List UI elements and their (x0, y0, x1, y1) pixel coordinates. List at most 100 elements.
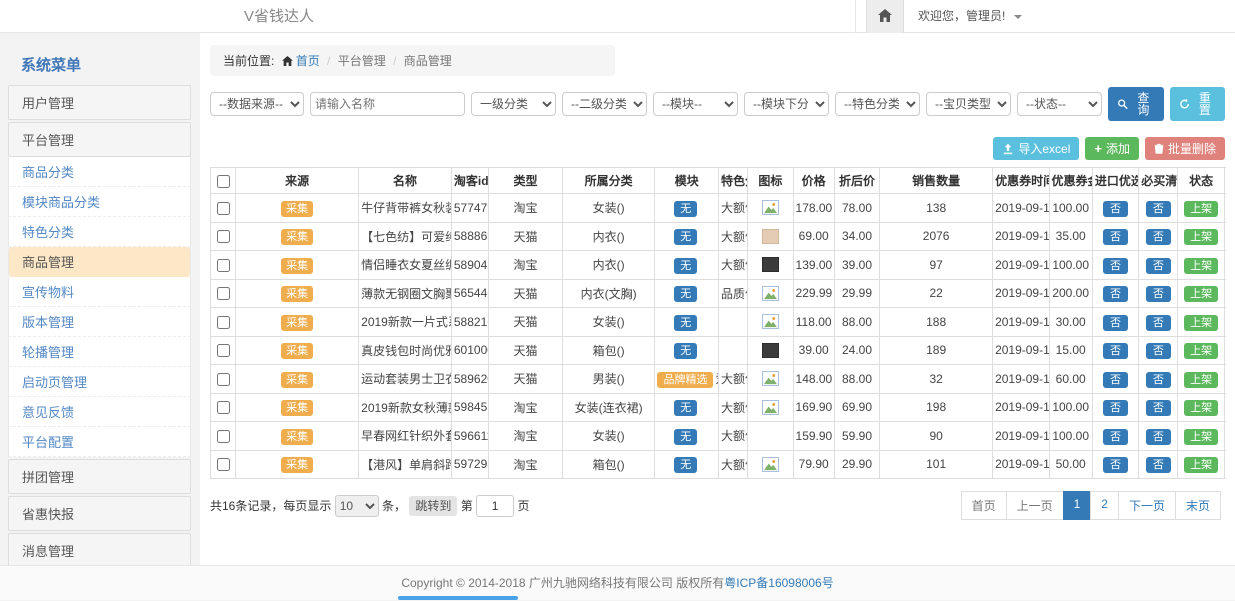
import-choice-toggle[interactable]: 否 (1103, 286, 1128, 302)
sidebar-item[interactable]: 宣传物料 (8, 277, 191, 307)
sidebar-item[interactable]: 拼团管理 (8, 459, 191, 494)
page-button[interactable]: 2 (1090, 491, 1119, 520)
module-badge: 无 (674, 457, 697, 473)
taoke-id: 601000601341 (451, 336, 488, 365)
batch-delete-button[interactable]: 批量删除 (1145, 137, 1225, 160)
row-checkbox[interactable] (217, 259, 230, 272)
breadcrumb-separator: / (327, 54, 330, 68)
sidebar-item[interactable]: 意见反馈 (8, 397, 191, 427)
filter-select[interactable]: 一级分类 (471, 92, 556, 116)
status-badge[interactable]: 上架 (1184, 258, 1218, 274)
breadcrumb-home-link[interactable]: 首页 (296, 54, 320, 68)
sidebar-item[interactable]: 启动页管理 (8, 367, 191, 397)
import-choice-toggle[interactable]: 否 (1103, 400, 1128, 416)
sidebar-item[interactable]: 平台配置 (8, 427, 191, 457)
price: 118.00 (793, 308, 834, 337)
status-badge[interactable]: 上架 (1184, 372, 1218, 388)
sidebar-item[interactable]: 版本管理 (8, 307, 191, 337)
page-button[interactable]: 首页 (961, 491, 1007, 520)
user-menu[interactable]: 欢迎您，管理员! (918, 0, 1022, 33)
status-badge[interactable]: 上架 (1184, 229, 1218, 245)
select-all-checkbox[interactable] (217, 175, 230, 188)
row-checkbox[interactable] (217, 430, 230, 443)
import-choice-toggle[interactable]: 否 (1103, 372, 1128, 388)
status-badge[interactable]: 上架 (1184, 343, 1218, 359)
status-badge[interactable]: 上架 (1184, 201, 1218, 217)
table-row: 采集 2019新款一片式系... 588216228899 天猫 女装() 无 … (211, 308, 1225, 337)
module-badge: 无 (674, 429, 697, 445)
column-header: 特色分类 (718, 168, 747, 194)
import-choice-toggle[interactable]: 否 (1103, 229, 1128, 245)
page-button[interactable]: 上一页 (1006, 491, 1064, 520)
sidebar-item[interactable]: 商品分类 (8, 157, 191, 187)
product-category: 箱包() (562, 336, 655, 365)
jump-page-input[interactable] (476, 495, 514, 517)
filter-select[interactable]: --模块下分类-- (744, 92, 829, 116)
sidebar-item[interactable]: 平台管理 (8, 122, 191, 157)
page-button[interactable]: 1 (1063, 491, 1092, 520)
page-button[interactable]: 下一页 (1118, 491, 1176, 520)
row-checkbox[interactable] (217, 344, 230, 357)
import-choice-toggle[interactable]: 否 (1103, 315, 1128, 331)
filter-select[interactable]: --状态-- (1017, 92, 1102, 116)
filter-select[interactable]: --宝贝类型-- (926, 92, 1011, 116)
must-buy-toggle[interactable]: 否 (1146, 400, 1171, 416)
sidebar-item[interactable]: 轮播管理 (8, 337, 191, 367)
name-search-input[interactable] (310, 92, 465, 116)
data-source-select[interactable]: --数据来源-- (210, 92, 304, 116)
import-choice-toggle[interactable]: 否 (1103, 258, 1128, 274)
status-badge[interactable]: 上架 (1184, 429, 1218, 445)
home-button[interactable] (866, 0, 904, 33)
row-checkbox[interactable] (217, 401, 230, 414)
page-button[interactable]: 末页 (1175, 491, 1221, 520)
import-choice-toggle[interactable]: 否 (1103, 343, 1128, 359)
must-buy-toggle[interactable]: 否 (1146, 429, 1171, 445)
sales-count: 189 (880, 336, 993, 365)
status-badge[interactable]: 上架 (1184, 400, 1218, 416)
status-badge[interactable]: 上架 (1184, 315, 1218, 331)
row-checkbox[interactable] (217, 230, 230, 243)
sidebar-item[interactable]: 消息管理 (8, 533, 191, 565)
must-buy-toggle[interactable]: 否 (1146, 286, 1171, 302)
header-checkbox-cell (211, 168, 236, 194)
import-excel-button[interactable]: 导入excel (993, 137, 1079, 160)
home-icon (282, 56, 293, 66)
filter-select[interactable]: --特色分类-- (835, 92, 920, 116)
filter-select[interactable]: --二级分类-- (562, 92, 647, 116)
status-badge[interactable]: 上架 (1184, 457, 1218, 473)
column-header: 销售数量 (880, 168, 993, 194)
row-checkbox[interactable] (217, 287, 230, 300)
must-buy-toggle[interactable]: 否 (1146, 258, 1171, 274)
horizontal-scrollbar-thumb[interactable] (398, 596, 518, 600)
row-checkbox[interactable] (217, 458, 230, 471)
status-badge[interactable]: 上架 (1184, 286, 1218, 302)
must-buy-toggle[interactable]: 否 (1146, 457, 1171, 473)
must-buy-toggle[interactable]: 否 (1146, 229, 1171, 245)
discount-price: 39.00 (834, 251, 879, 280)
filter-select[interactable]: --模块-- (653, 92, 738, 116)
product-image-icon (762, 229, 779, 244)
import-choice-toggle[interactable]: 否 (1103, 201, 1128, 217)
reset-button[interactable]: 重置 (1170, 87, 1226, 121)
must-buy-toggle[interactable]: 否 (1146, 201, 1171, 217)
feature-category: 大额优惠券 (718, 450, 747, 479)
icp-link[interactable]: 粤ICP备16098006号 (724, 576, 833, 590)
sidebar-item[interactable]: 用户管理 (8, 85, 191, 120)
jump-button[interactable]: 跳转到 (409, 496, 457, 516)
search-button[interactable]: 查询 (1108, 87, 1164, 121)
row-checkbox[interactable] (217, 316, 230, 329)
sidebar-item[interactable]: 特色分类 (8, 217, 191, 247)
row-checkbox[interactable] (217, 202, 230, 215)
sidebar-item[interactable]: 模块商品分类 (8, 187, 191, 217)
sidebar-item[interactable]: 省惠快报 (8, 496, 191, 531)
must-buy-toggle[interactable]: 否 (1146, 315, 1171, 331)
row-checkbox[interactable] (217, 373, 230, 386)
import-choice-toggle[interactable]: 否 (1103, 457, 1128, 473)
add-button[interactable]: + 添加 (1085, 137, 1139, 160)
sidebar-item[interactable]: 商品管理 (8, 247, 191, 277)
product-name: 薄款无钢圈文胸聚拢性... (359, 279, 452, 308)
must-buy-toggle[interactable]: 否 (1146, 372, 1171, 388)
per-page-select[interactable]: 10 (335, 495, 379, 517)
import-choice-toggle[interactable]: 否 (1103, 429, 1128, 445)
must-buy-toggle[interactable]: 否 (1146, 343, 1171, 359)
